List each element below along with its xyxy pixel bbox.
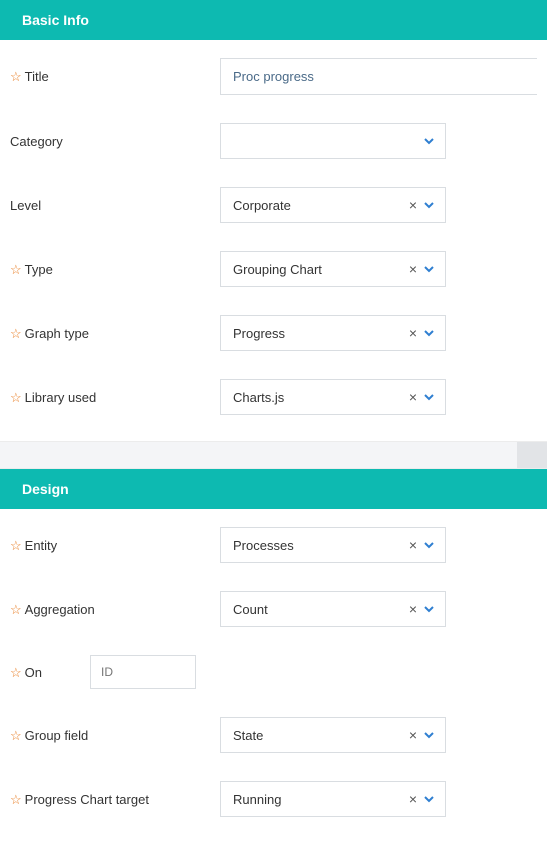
row-on: ☆ On — [10, 655, 537, 689]
field-category — [220, 123, 537, 159]
label-text: Title — [25, 69, 49, 84]
clear-icon[interactable]: × — [405, 198, 421, 212]
chevron-down-icon[interactable] — [421, 389, 437, 405]
chevron-down-icon[interactable] — [421, 537, 437, 553]
field-library: Charts.js × — [220, 379, 537, 415]
label-level: Level — [10, 198, 220, 213]
select-value: Corporate — [233, 198, 405, 213]
row-level: Level Corporate × — [10, 187, 537, 223]
clear-icon[interactable]: × — [405, 792, 421, 806]
field-on — [220, 655, 537, 689]
chevron-down-icon[interactable] — [421, 791, 437, 807]
field-type: Grouping Chart × — [220, 251, 537, 287]
on-input[interactable] — [90, 655, 196, 689]
select-value: Running — [233, 792, 405, 807]
type-select[interactable]: Grouping Chart × — [220, 251, 446, 287]
field-target: Running × — [220, 781, 537, 817]
star-icon: ☆ — [10, 327, 22, 340]
section-divider — [0, 441, 547, 469]
label-text: Library used — [25, 390, 97, 405]
field-title — [220, 58, 537, 95]
entity-select[interactable]: Processes × — [220, 527, 446, 563]
field-level: Corporate × — [220, 187, 537, 223]
star-icon: ☆ — [10, 603, 22, 616]
section-title: Design — [22, 481, 69, 497]
design-body: ☆ Entity Processes × ☆ Aggregation Count… — [0, 509, 547, 843]
row-target: ☆ Progress Chart target Running × — [10, 781, 537, 817]
row-graph-type: ☆ Graph type Progress × — [10, 315, 537, 351]
row-type: ☆ Type Grouping Chart × — [10, 251, 537, 287]
star-icon: ☆ — [10, 391, 22, 404]
row-entity: ☆ Entity Processes × — [10, 527, 537, 563]
label-aggregation: ☆ Aggregation — [10, 602, 220, 617]
label-text: Category — [10, 134, 63, 149]
label-text: Aggregation — [25, 602, 95, 617]
section-title: Basic Info — [22, 12, 89, 28]
field-group-field: State × — [220, 717, 537, 753]
graph-type-select[interactable]: Progress × — [220, 315, 446, 351]
select-value: Processes — [233, 538, 405, 553]
row-group-field: ☆ Group field State × — [10, 717, 537, 753]
star-icon: ☆ — [10, 70, 22, 83]
section-header-basic-info: Basic Info — [0, 0, 547, 40]
chevron-down-icon[interactable] — [421, 133, 437, 149]
row-library: ☆ Library used Charts.js × — [10, 379, 537, 415]
clear-icon[interactable]: × — [405, 262, 421, 276]
label-group-field: ☆ Group field — [10, 728, 220, 743]
row-title: ☆ Title — [10, 58, 537, 95]
star-icon: ☆ — [10, 793, 22, 806]
label-type: ☆ Type — [10, 262, 220, 277]
select-value: Grouping Chart — [233, 262, 405, 277]
select-value: Charts.js — [233, 390, 405, 405]
label-text: Group field — [25, 728, 89, 743]
clear-icon[interactable]: × — [405, 390, 421, 404]
select-value: State — [233, 728, 405, 743]
select-value: Progress — [233, 326, 405, 341]
field-graph-type: Progress × — [220, 315, 537, 351]
label-text: Graph type — [25, 326, 89, 341]
clear-icon[interactable]: × — [405, 728, 421, 742]
title-input[interactable] — [220, 58, 537, 95]
label-text: Progress Chart target — [25, 792, 149, 807]
category-select[interactable] — [220, 123, 446, 159]
label-graph-type: ☆ Graph type — [10, 326, 220, 341]
label-library: ☆ Library used — [10, 390, 220, 405]
target-select[interactable]: Running × — [220, 781, 446, 817]
chevron-down-icon[interactable] — [421, 727, 437, 743]
star-icon: ☆ — [10, 539, 22, 552]
label-entity: ☆ Entity — [10, 538, 220, 553]
level-select[interactable]: Corporate × — [220, 187, 446, 223]
row-category: Category — [10, 123, 537, 159]
label-target: ☆ Progress Chart target — [10, 792, 220, 807]
chevron-down-icon[interactable] — [421, 601, 437, 617]
label-text: Type — [25, 262, 53, 277]
star-icon: ☆ — [10, 729, 22, 742]
aggregation-select[interactable]: Count × — [220, 591, 446, 627]
chevron-down-icon[interactable] — [421, 325, 437, 341]
row-aggregation: ☆ Aggregation Count × — [10, 591, 537, 627]
basic-info-body: ☆ Title Category Level Corporate — [0, 40, 547, 441]
select-value: Count — [233, 602, 405, 617]
label-text: Level — [10, 198, 41, 213]
label-text: Entity — [25, 538, 58, 553]
field-aggregation: Count × — [220, 591, 537, 627]
chevron-down-icon[interactable] — [421, 261, 437, 277]
clear-icon[interactable]: × — [405, 326, 421, 340]
clear-icon[interactable]: × — [405, 538, 421, 552]
group-field-select[interactable]: State × — [220, 717, 446, 753]
library-select[interactable]: Charts.js × — [220, 379, 446, 415]
clear-icon[interactable]: × — [405, 602, 421, 616]
label-category: Category — [10, 134, 220, 149]
label-text: On — [25, 665, 42, 680]
chevron-down-icon[interactable] — [421, 197, 437, 213]
star-icon: ☆ — [10, 666, 22, 679]
star-icon: ☆ — [10, 263, 22, 276]
label-title: ☆ Title — [10, 69, 220, 84]
field-entity: Processes × — [220, 527, 537, 563]
section-header-design: Design — [0, 469, 547, 509]
